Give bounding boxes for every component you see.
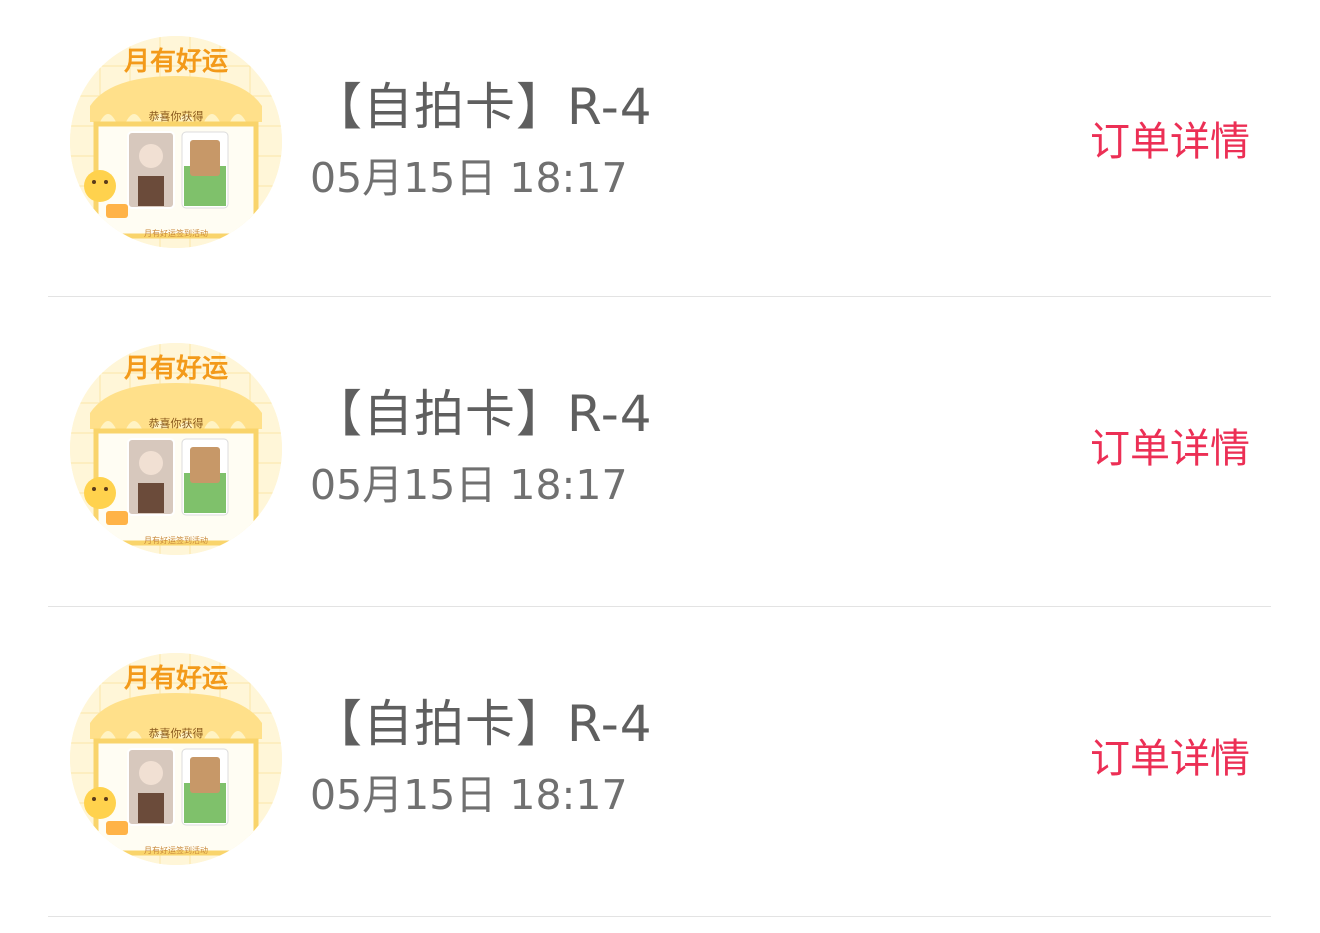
banner-text: 月有好运 — [123, 664, 228, 694]
list-item[interactable]: 月有好运 恭喜你获得 月有好运签到活动 【自拍卡】R-4 05月15日 18:1… — [0, 297, 1320, 607]
footer-text: 月有好运签到活动 — [144, 228, 208, 238]
photocard-thumbnail-icon: 月有好运 恭喜你获得 月有好运签到活动 — [70, 36, 282, 248]
order-detail-link[interactable]: 订单详情 — [1090, 122, 1250, 162]
footer-text: 月有好运签到活动 — [144, 535, 208, 545]
order-time: 05月15日 18:17 — [310, 154, 628, 202]
order-time: 05月15日 18:17 — [310, 461, 628, 509]
sub-text: 恭喜你获得 — [149, 110, 204, 123]
photocard-thumbnail-icon: 月有好运 恭喜你获得 月有好运签到活动 — [70, 343, 282, 555]
list-item[interactable]: 月有好运 恭喜你获得 月有好运签到活动 【自拍卡】R-4 05月15日 18:1… — [0, 607, 1320, 917]
order-detail-link[interactable]: 订单详情 — [1090, 739, 1250, 779]
sub-text: 恭喜你获得 — [149, 417, 204, 430]
banner-text: 月有好运 — [123, 354, 228, 384]
order-list: 月有好运 恭喜你获得 月有好运签到活动 【自拍卡】R-4 05月15日 18:1… — [0, 0, 1320, 917]
footer-text: 月有好运签到活动 — [144, 845, 208, 855]
photocard-thumbnail-icon: 月有好运 恭喜你获得 月有好运签到活动 — [70, 653, 282, 865]
banner-text: 月有好运 — [123, 47, 228, 77]
order-title: 【自拍卡】R-4 — [312, 695, 653, 753]
order-detail-link[interactable]: 订单详情 — [1090, 429, 1250, 469]
order-title: 【自拍卡】R-4 — [312, 78, 653, 136]
divider — [48, 916, 1271, 917]
list-item[interactable]: 月有好运 恭喜你获得 月有好运签到活动 【自拍卡】R-4 05月15日 18:1… — [0, 0, 1320, 297]
sub-text: 恭喜你获得 — [149, 727, 204, 740]
order-title: 【自拍卡】R-4 — [312, 385, 653, 443]
order-time: 05月15日 18:17 — [310, 771, 628, 819]
